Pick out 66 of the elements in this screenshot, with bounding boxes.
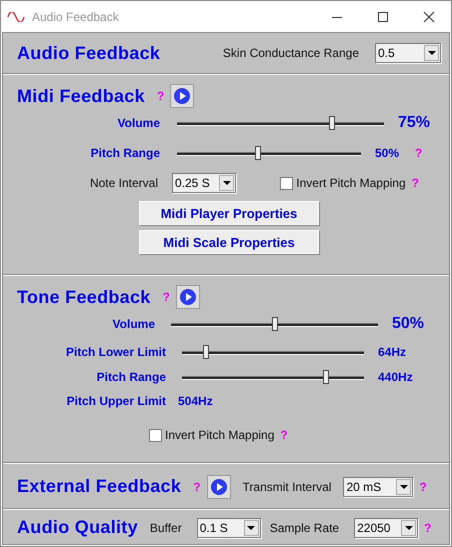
window-title: Audio Feedback <box>32 10 119 24</box>
properties-button[interactable]: Midi Player Properties <box>139 201 319 225</box>
slider-track[interactable] <box>174 116 387 130</box>
slider-thumb[interactable] <box>272 317 278 331</box>
slider-thumb[interactable] <box>322 370 329 384</box>
section-heading: Midi Feedback <box>17 86 145 106</box>
slider-track[interactable] <box>179 344 367 358</box>
slider-track[interactable] <box>179 370 367 384</box>
caret-icon <box>400 484 408 488</box>
help-mark[interactable]: ? <box>280 428 288 442</box>
slider-track[interactable] <box>174 146 364 160</box>
slider-thumb[interactable] <box>329 116 336 130</box>
play-button[interactable] <box>206 474 231 498</box>
caret-icon <box>404 526 413 530</box>
caret-icon <box>428 51 436 55</box>
field-label: Pitch Upper Limit <box>66 394 166 408</box>
help-mark[interactable]: ? <box>162 290 170 304</box>
range-dropdown[interactable]: 0.5 <box>375 43 441 63</box>
checkbox-label: Invert Pitch Mapping <box>296 176 406 190</box>
properties-button[interactable]: Midi Scale Properties <box>139 230 319 254</box>
section-heading: Tone Feedback <box>17 286 151 308</box>
slider-label: Volume <box>112 317 155 331</box>
field-label: Transmit Interval <box>242 480 332 494</box>
help-mark[interactable]: ? <box>412 176 419 190</box>
slider-value: 440Hz <box>378 370 413 384</box>
play-button[interactable] <box>170 84 194 108</box>
slider-thumb[interactable] <box>254 146 261 160</box>
sine-wave-icon <box>7 12 25 22</box>
help-mark[interactable]: ? <box>156 89 164 103</box>
caret-icon <box>222 181 230 185</box>
help-mark[interactable]: ? <box>415 146 422 160</box>
section-heading: Audio Quality <box>17 517 138 538</box>
slider-track[interactable] <box>168 317 381 331</box>
sample-rate-dropdown[interactable]: 22050 <box>354 518 418 538</box>
slider-value: 64Hz <box>378 344 406 358</box>
help-mark[interactable]: ? <box>424 520 432 534</box>
maximize-icon[interactable] <box>377 10 389 22</box>
field-value: 504Hz <box>178 394 213 408</box>
play-icon <box>178 288 197 306</box>
slider-thumb[interactable] <box>202 344 209 358</box>
play-icon <box>210 478 228 496</box>
checkbox[interactable] <box>149 428 162 442</box>
slider-value: 75% <box>398 114 430 132</box>
field-label: Skin Conductance Range <box>222 46 359 60</box>
help-mark[interactable]: ? <box>419 480 427 494</box>
transmit-interval-dropdown[interactable]: 20 mS <box>343 476 414 496</box>
checkbox[interactable] <box>280 176 294 190</box>
slider-value: 50% <box>392 315 424 333</box>
field-label: Buffer <box>150 520 182 534</box>
slider-label: Pitch Range <box>90 146 160 160</box>
help-mark[interactable]: ? <box>193 480 201 494</box>
play-button[interactable] <box>176 285 200 309</box>
section-heading: External Feedback <box>17 476 182 497</box>
field-label: Sample Rate <box>270 520 340 534</box>
caret-icon <box>247 526 256 530</box>
slider-label: Pitch Lower Limit <box>64 344 166 358</box>
field-label: Note Interval <box>88 176 158 190</box>
slider-value: 50% <box>375 146 400 160</box>
slider-label: Pitch Range <box>96 370 166 384</box>
section-heading: Audio Feedback <box>17 42 160 64</box>
buffer-dropdown[interactable]: 0.1 S <box>196 518 261 538</box>
close-icon[interactable] <box>423 10 435 22</box>
checkbox-label: Invert Pitch Mapping <box>165 428 274 442</box>
slider-label: Volume <box>116 116 160 130</box>
note-interval-dropdown[interactable]: 0.25 S <box>172 173 236 193</box>
play-icon <box>173 87 192 105</box>
